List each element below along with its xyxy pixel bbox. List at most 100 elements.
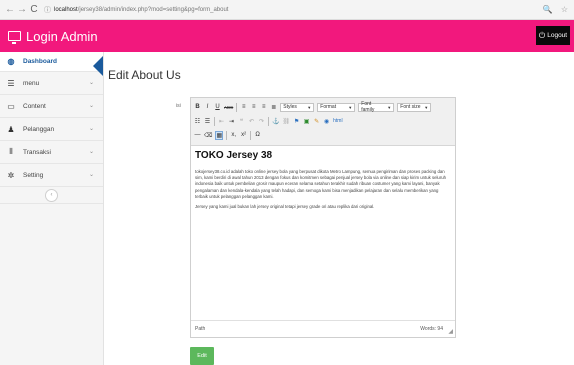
- font-family-select[interactable]: Font family ▼: [358, 101, 395, 113]
- browser-toolbar: ← → C ⓘ localhost /jersey38/admin/index.…: [0, 0, 574, 20]
- forward-icon[interactable]: →: [16, 4, 28, 15]
- sidebar-item-label: Pelanggan: [23, 125, 55, 133]
- superscript-button[interactable]: x²: [240, 132, 247, 138]
- collapse-sidebar-icon[interactable]: ‹: [45, 188, 58, 202]
- sidebar-item-setting[interactable]: ✲ Setting ⌄: [0, 164, 103, 187]
- chevron-down-icon: ⌄: [88, 103, 94, 109]
- gear-icon: ✲: [7, 170, 15, 180]
- reload-icon[interactable]: C: [28, 4, 40, 15]
- editor-toolbar: B I U ABC ≡ ≡ ≡ ≣ Styles ▼ Format ▼ Font…: [191, 98, 455, 146]
- sidebar-collapse-row: ‹: [0, 187, 103, 204]
- dropdown-arrow-icon: ▼: [307, 104, 312, 110]
- link-icon[interactable]: ⚓: [272, 118, 279, 125]
- power-icon: ⏻: [538, 30, 546, 40]
- indent-icon[interactable]: ⇥: [228, 118, 235, 125]
- align-justify-icon[interactable]: ≣: [270, 104, 277, 111]
- toolbar-separator: [236, 102, 238, 112]
- monitor-icon: [8, 31, 21, 44]
- page-title: Edit About Us: [108, 68, 181, 82]
- editor-statusbar: Path Words: 94: [191, 320, 455, 337]
- visual-aid-icon[interactable]: ▦: [215, 130, 224, 140]
- toolbar-separator: [250, 130, 252, 140]
- blockquote-icon[interactable]: ❝: [238, 118, 245, 125]
- app-header: Login Admin ⏻ Logout: [0, 20, 574, 52]
- align-left-icon[interactable]: ≡: [240, 104, 247, 110]
- logout-label: Logout: [547, 32, 568, 39]
- align-right-icon[interactable]: ≡: [260, 104, 267, 110]
- sidebar-item-menu[interactable]: ☰ menu ⌄: [0, 72, 103, 95]
- styles-select-value: Styles: [283, 104, 297, 110]
- sidebar-item-label: Setting: [23, 171, 44, 179]
- numbered-list-icon[interactable]: ☰: [204, 118, 211, 125]
- bold-button[interactable]: B: [194, 104, 201, 110]
- dropdown-arrow-icon: ▼: [387, 104, 392, 110]
- url-path: /jersey38/admin/index.php?mod=setting&pg…: [77, 6, 229, 13]
- logout-button[interactable]: ⏻ Logout: [536, 26, 570, 45]
- sidebar-item-dashboard[interactable]: ◍ Dashboard: [0, 52, 103, 72]
- remove-format-icon[interactable]: ⌫: [204, 132, 212, 139]
- font-size-select[interactable]: Font size ▼: [397, 102, 432, 112]
- sidebar-item-label: Content: [23, 102, 46, 110]
- editor-content-area[interactable]: TOKO Jersey 38 tokojersey38.co.id adalah…: [191, 146, 455, 320]
- sidebar-item-label: menu: [23, 79, 40, 87]
- chevron-down-icon: ⌄: [88, 172, 94, 178]
- chevron-down-icon: ⌄: [88, 126, 94, 132]
- format-select[interactable]: Format ▼: [317, 102, 356, 112]
- horizontal-rule-icon[interactable]: —: [194, 132, 201, 138]
- cleanup-icon[interactable]: ✎: [313, 118, 320, 125]
- back-icon[interactable]: ←: [4, 4, 16, 15]
- content-paragraph: tokojersey38.co.id adalah toko online je…: [195, 169, 447, 199]
- font-family-select-value: Font family: [361, 101, 375, 113]
- font-size-select-value: Font size: [400, 104, 421, 110]
- styles-select[interactable]: Styles ▼: [280, 102, 315, 112]
- sidebar: ◍ Dashboard ☰ menu ⌄ ▭ Content ⌄ ♟ Pelan…: [0, 52, 104, 365]
- chevron-down-icon: ⌄: [88, 149, 94, 155]
- align-center-icon[interactable]: ≡: [250, 104, 257, 110]
- address-bar[interactable]: ⓘ localhost /jersey38/admin/index.php?mo…: [44, 3, 514, 17]
- underline-button[interactable]: U: [214, 104, 221, 110]
- site-info-icon[interactable]: ⓘ: [44, 5, 51, 15]
- outdent-icon[interactable]: ⇤: [218, 118, 225, 125]
- sidebar-item-pelanggan[interactable]: ♟ Pelanggan ⌄: [0, 118, 103, 141]
- app-title: Login Admin: [26, 28, 98, 44]
- unlink-icon[interactable]: ⛓: [282, 118, 290, 125]
- word-count: Words: 94: [420, 326, 443, 332]
- toolbar-separator: [214, 116, 215, 126]
- strikethrough-button[interactable]: ABC: [224, 105, 233, 110]
- italic-button[interactable]: I: [204, 104, 211, 110]
- redo-icon[interactable]: ↷: [258, 118, 265, 125]
- edit-button[interactable]: Edit: [190, 347, 214, 365]
- sidebar-item-transaksi[interactable]: ⦀ Transaksi ⌄: [0, 141, 103, 164]
- zoom-icon[interactable]: 🔍: [543, 5, 553, 14]
- user-icon: ♟: [7, 124, 15, 134]
- brand[interactable]: Login Admin: [8, 29, 98, 44]
- rich-text-editor[interactable]: B I U ABC ≡ ≡ ≡ ≣ Styles ▼ Format ▼ Font…: [190, 97, 456, 338]
- sidebar-item-content[interactable]: ▭ Content ⌄: [0, 95, 103, 118]
- content-paragraph: Jersey yang kami jual bukan lah jersey o…: [195, 204, 375, 210]
- undo-icon[interactable]: ↶: [248, 118, 255, 125]
- toolbar-separator: [226, 130, 228, 140]
- bullet-list-icon[interactable]: ☷: [194, 118, 201, 125]
- barcode-icon: ⦀: [9, 147, 13, 156]
- url-host: localhost: [54, 6, 78, 13]
- special-character-icon[interactable]: Ω: [254, 132, 261, 138]
- status-path: Path: [195, 326, 206, 332]
- subscript-button[interactable]: x,: [230, 132, 237, 138]
- chevron-down-icon: ⌄: [88, 80, 94, 86]
- resize-handle-icon[interactable]: ◢: [448, 328, 453, 335]
- sidebar-item-label: Dashboard: [23, 58, 57, 65]
- dropdown-arrow-icon: ▼: [348, 104, 353, 110]
- dropdown-arrow-icon: ▼: [424, 104, 429, 110]
- monitor-icon: ▭: [7, 101, 15, 111]
- list-icon: ☰: [7, 78, 15, 88]
- content-heading: TOKO Jersey 38: [195, 150, 273, 161]
- active-indicator-arrow: [93, 56, 103, 76]
- format-select-value: Format: [320, 104, 337, 110]
- dashboard-icon: ◍: [7, 57, 15, 66]
- html-source-icon[interactable]: html: [333, 118, 342, 124]
- sidebar-item-label: Transaksi: [23, 148, 51, 156]
- anchor-icon[interactable]: ⚑: [293, 118, 300, 125]
- bookmark-star-icon[interactable]: ☆: [561, 5, 568, 14]
- help-icon[interactable]: ◉: [323, 118, 330, 125]
- image-icon[interactable]: ▣: [303, 118, 310, 125]
